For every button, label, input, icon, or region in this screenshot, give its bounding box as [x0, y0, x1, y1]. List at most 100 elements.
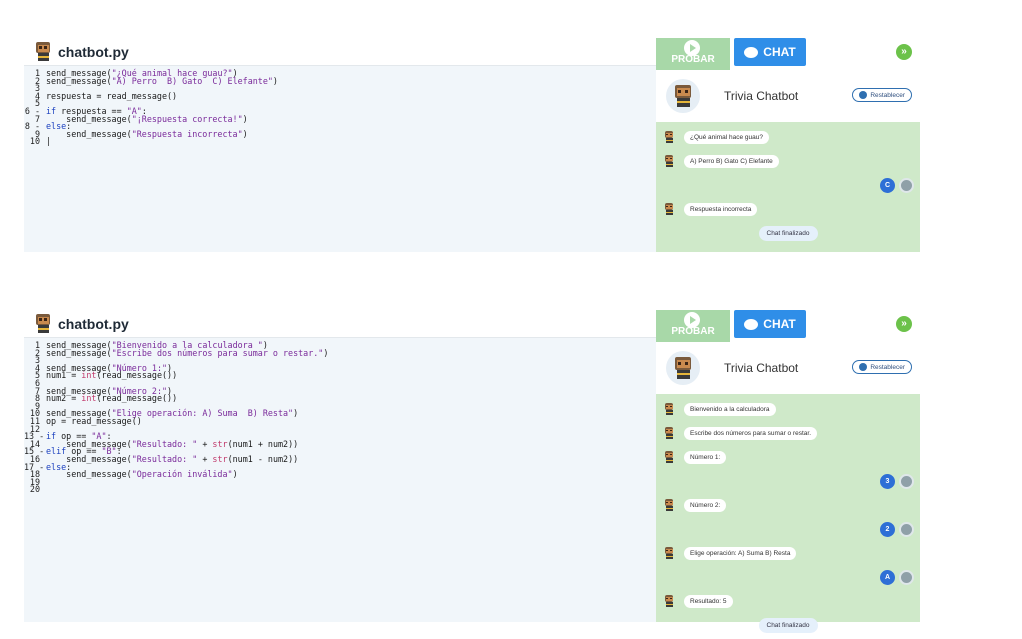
- bot-message: Elige operación: A) Suma B) Resta: [656, 544, 920, 562]
- code-text: op = read_message(): [46, 415, 142, 426]
- code-text: send_message("Resultado: " + str(num1 - …: [46, 453, 299, 464]
- bot-title: Trivia Chatbot: [724, 89, 799, 103]
- message-text: Escribe dos números para sumar o restar.: [684, 426, 818, 440]
- reset-button[interactable]: Restablecer: [852, 88, 912, 102]
- code-text: respuesta = read_message(): [46, 90, 178, 101]
- double-chevron-right-icon[interactable]: »: [896, 44, 912, 60]
- chat-tab[interactable]: CHAT: [734, 38, 806, 66]
- probar-button[interactable]: PROBAR: [656, 38, 730, 70]
- code-area[interactable]: 1 send_message("Bienvenido a la calculado…: [24, 338, 656, 622]
- robot-avatar-icon: [662, 154, 676, 168]
- robot-avatar-icon: [662, 498, 678, 512]
- robot-avatar-icon: [32, 313, 54, 335]
- bot-message: Respuesta incorrecta: [656, 200, 920, 218]
- chat-finished-label: Chat finalizado: [758, 225, 818, 241]
- chat-messages: Bienvenido a la calculadora Escribe dos n…: [656, 394, 920, 633]
- chat-panel: PROBAR CHAT » Trivia Chatbot Restablecer ¿Qué…: [656, 38, 920, 252]
- message-text: ¿Qué animal hace guau?: [684, 130, 769, 144]
- chat-toolbar: PROBAR CHAT »: [656, 38, 920, 70]
- user-message: 2: [656, 520, 920, 538]
- bot-message: Número 1:: [656, 448, 920, 466]
- file-name: chatbot.py: [58, 315, 129, 332]
- robot-avatar-icon: [662, 594, 678, 608]
- robot-avatar-icon: [662, 426, 678, 440]
- code-line: 9 send_message("Respuesta incorrecta"): [24, 128, 656, 139]
- robot-avatar-icon: [662, 202, 676, 216]
- reset-button[interactable]: Restablecer: [852, 360, 912, 374]
- code-editor: chatbot.py 1 send_message("Bienvenido a la…: [24, 310, 656, 622]
- chat-bubble-icon: [744, 318, 759, 330]
- robot-avatar-icon: [662, 450, 676, 464]
- probar-button[interactable]: PROBAR: [656, 310, 730, 342]
- answer-badge: C: [880, 177, 895, 193]
- code-line: 16 send_message("Resultado: " + str(num1…: [24, 453, 656, 464]
- code-area[interactable]: 1 send_message("¿Qué animal hace guau?") 2…: [24, 66, 656, 252]
- chat-toolbar: PROBAR CHAT »: [656, 310, 920, 342]
- message-text: Resultado: 5: [684, 594, 733, 608]
- bot-avatar: [666, 351, 700, 385]
- code-line: 18 send_message("Operación inválida"): [24, 470, 656, 479]
- user-avatar-icon: [899, 473, 914, 489]
- code-text: |: [46, 136, 52, 147]
- bot-title: Trivia Chatbot: [724, 361, 799, 375]
- chat-tab-label: CHAT: [763, 317, 796, 331]
- user-message: A: [656, 568, 920, 586]
- code-line: 2 send_message("A) Perro B) Gato C) Elefa…: [24, 75, 656, 86]
- code-line: 4 respuesta = read_message(): [24, 90, 656, 101]
- robot-avatar-icon: [662, 426, 676, 440]
- robot-avatar-icon: [662, 202, 678, 216]
- message-text: Bienvenido a la calculadora: [684, 402, 776, 416]
- refresh-icon: [859, 363, 868, 371]
- message-text: A) Perro B) Gato C) Elefante: [684, 154, 779, 168]
- robot-avatar-icon: [662, 450, 678, 464]
- user-avatar-icon: [899, 177, 914, 193]
- code-text: send_message("A) Perro B) Gato C) Elefan…: [46, 75, 278, 86]
- answer-badge: 3: [880, 473, 895, 489]
- chatbot-panel-2: chatbot.py 1 send_message("Bienvenido a la…: [24, 310, 920, 633]
- chat-messages: ¿Qué animal hace guau? A) Perro B) Gato C…: [656, 122, 920, 252]
- robot-avatar-icon: [662, 546, 678, 560]
- chat-panel: PROBAR CHAT » Trivia Chatbot Restablecer Bien…: [656, 310, 920, 633]
- code-line: 7 send_message("¡Respuesta correcta!"): [24, 113, 656, 124]
- code-text: send_message("Respuesta incorrecta"): [46, 128, 248, 139]
- bot-message: Resultado: 5: [656, 592, 920, 610]
- user-message: C: [656, 176, 920, 194]
- chat-end-row: Chat finalizado: [656, 224, 920, 242]
- code-text: num1 = int(read_message()): [46, 370, 178, 381]
- chatbot-panel-1: chatbot.py 1 send_message("¿Qué animal hac…: [24, 38, 920, 252]
- code-line: 11 op = read_message(): [24, 415, 656, 426]
- robot-avatar-icon: [670, 355, 696, 381]
- double-chevron-right-icon[interactable]: »: [896, 316, 912, 332]
- line-number: 10: [29, 136, 40, 147]
- code-line: 8 num2 = int(read_message()): [24, 394, 656, 403]
- message-text: Número 1:: [684, 450, 727, 464]
- bot-message: Número 2:: [656, 496, 920, 514]
- chat-header: Trivia Chatbot Restablecer: [656, 70, 920, 122]
- code-line: 10 |: [24, 136, 656, 147]
- user-avatar-icon: [899, 521, 914, 537]
- bot-message: A) Perro B) Gato C) Elefante: [656, 152, 920, 170]
- editor-header: chatbot.py: [24, 38, 656, 66]
- message-text: Número 2:: [684, 498, 727, 512]
- chat-tab[interactable]: CHAT: [734, 310, 806, 338]
- refresh-icon: [859, 91, 868, 99]
- code-editor: chatbot.py 1 send_message("¿Qué animal hac…: [24, 38, 656, 252]
- file-name: chatbot.py: [58, 43, 129, 60]
- robot-avatar-icon: [32, 41, 54, 63]
- line-number: 20: [29, 484, 40, 495]
- code-text: send_message("Escribe dos números para s…: [46, 347, 329, 358]
- message-text: Respuesta incorrecta: [684, 202, 758, 216]
- robot-avatar-icon: [662, 402, 676, 416]
- robot-avatar-icon: [32, 313, 54, 335]
- robot-avatar-icon: [662, 130, 676, 144]
- code-line: 20: [24, 484, 656, 495]
- answer-badge: A: [880, 569, 895, 585]
- robot-avatar-icon: [662, 594, 676, 608]
- bot-avatar: [666, 79, 700, 113]
- robot-avatar-icon: [670, 83, 696, 109]
- bot-message: Escribe dos números para sumar o restar.: [656, 424, 920, 442]
- reset-label: Restablecer: [870, 363, 905, 371]
- user-message: 3: [656, 472, 920, 490]
- user-avatar-icon: [899, 569, 914, 585]
- code-text: send_message("¡Respuesta correcta!"): [46, 113, 248, 124]
